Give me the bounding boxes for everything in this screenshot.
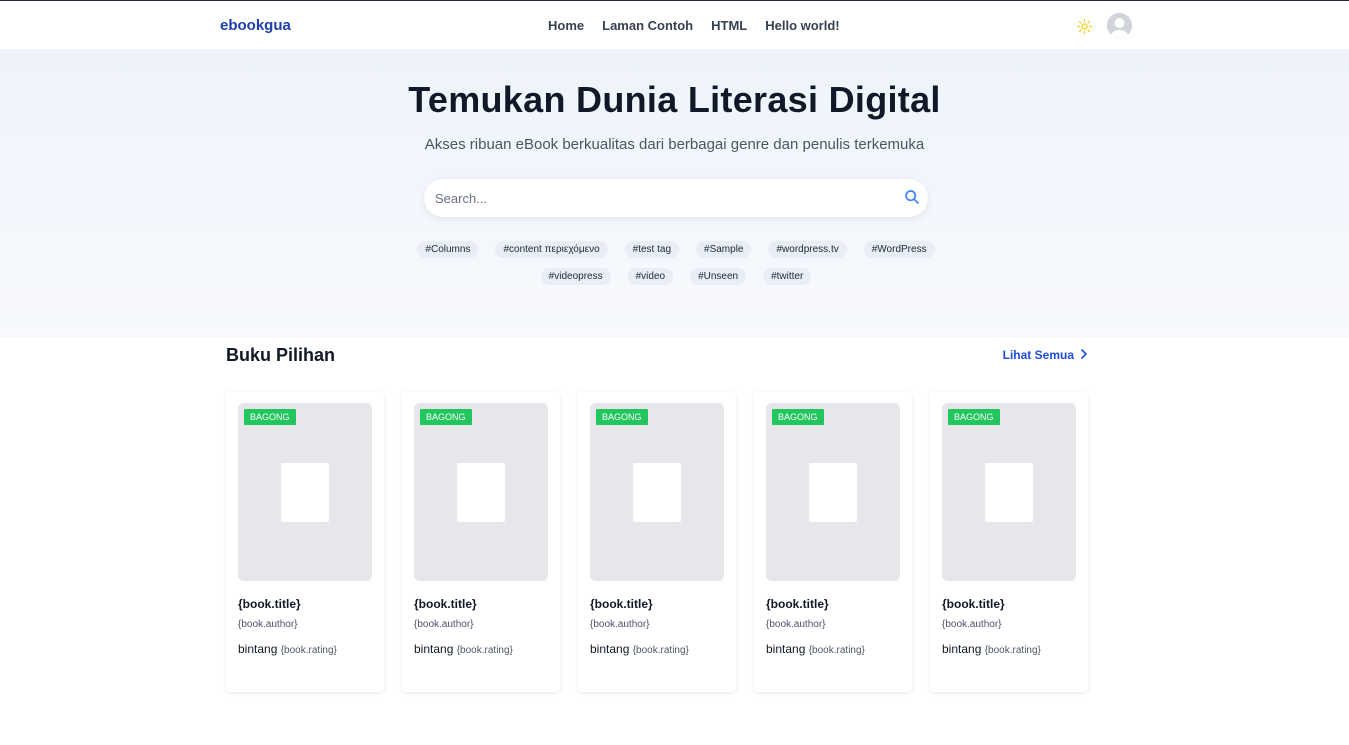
tag-videopress[interactable]: #videopress xyxy=(540,268,611,285)
status-badge: BAGONG xyxy=(596,409,648,425)
book-author: {book.author} xyxy=(942,619,1002,630)
book-rating: bintang {book.rating} xyxy=(238,642,337,656)
book-card[interactable]: BAGONG {book.title} {book.author} bintan… xyxy=(754,392,912,692)
nav-item-home[interactable]: Home xyxy=(548,18,584,33)
sun-icon[interactable] xyxy=(1077,19,1092,34)
nav-item-hello-world[interactable]: Hello world! xyxy=(765,18,839,33)
search-input[interactable] xyxy=(435,188,875,208)
book-title: {book.title} xyxy=(766,597,829,611)
rating-label: bintang xyxy=(238,642,278,656)
see-all-label: Lihat Semua xyxy=(1002,348,1074,362)
hero-title: Temukan Dunia Literasi Digital xyxy=(408,79,941,120)
book-card[interactable]: BAGONG {book.title} {book.author} bintan… xyxy=(226,392,384,692)
book-rating: bintang {book.rating} xyxy=(414,642,513,656)
book-cover: BAGONG xyxy=(590,403,724,581)
book-rating: bintang {book.rating} xyxy=(766,642,865,656)
book-placeholder-icon xyxy=(281,463,329,522)
user-avatar-icon[interactable] xyxy=(1107,13,1132,38)
rating-value: {book.rating} xyxy=(280,645,337,656)
rating-label: bintang xyxy=(414,642,454,656)
book-placeholder-icon xyxy=(809,463,857,522)
hero-section: Temukan Dunia Literasi Digital Akses rib… xyxy=(0,49,1349,337)
book-rating: bintang {book.rating} xyxy=(942,642,1041,656)
book-author: {book.author} xyxy=(414,619,474,630)
tag-video[interactable]: #video xyxy=(627,268,674,285)
tag-columns[interactable]: #Columns xyxy=(417,241,479,258)
book-author: {book.author} xyxy=(238,619,298,630)
book-cover: BAGONG xyxy=(942,403,1076,581)
status-badge: BAGONG xyxy=(244,409,296,425)
rating-value: {book.rating} xyxy=(632,645,689,656)
hero-subtitle: Akses ribuan eBook berkualitas dari berb… xyxy=(424,136,925,153)
tag-list: #Columns #content περιεχόμενο #test tag … xyxy=(400,241,952,285)
book-card[interactable]: BAGONG {book.title} {book.author} bintan… xyxy=(402,392,560,692)
see-all-link[interactable]: Lihat Semua xyxy=(1003,348,1088,362)
rating-value: {book.rating} xyxy=(984,645,1041,656)
tag-sample[interactable]: #Sample xyxy=(696,241,752,258)
rating-value: {book.rating} xyxy=(456,645,513,656)
nav-item-laman-contoh[interactable]: Laman Contoh xyxy=(602,18,693,33)
book-cover: BAGONG xyxy=(766,403,900,581)
status-badge: BAGONG xyxy=(948,409,1000,425)
tag-unseen[interactable]: #Unseen xyxy=(690,268,747,285)
book-placeholder-icon xyxy=(985,463,1033,522)
book-cover: BAGONG xyxy=(238,403,372,581)
tag-twitter[interactable]: #twitter xyxy=(763,268,812,285)
site-header: ebookgua Home Laman Contoh HTML Hello wo… xyxy=(0,1,1349,49)
book-card[interactable]: BAGONG {book.title} {book.author} bintan… xyxy=(930,392,1088,692)
book-title: {book.title} xyxy=(238,597,301,611)
book-placeholder-icon xyxy=(633,463,681,522)
book-title: {book.title} xyxy=(414,597,477,611)
section-title: Buku Pilihan xyxy=(226,345,336,365)
status-badge: BAGONG xyxy=(772,409,824,425)
main-nav: Home Laman Contoh HTML Hello world! xyxy=(548,18,840,33)
book-cover: BAGONG xyxy=(414,403,548,581)
tag-content[interactable]: #content περιεχόμενο xyxy=(495,241,608,258)
book-title: {book.title} xyxy=(942,597,1005,611)
chevron-right-icon xyxy=(1080,348,1088,362)
status-badge: BAGONG xyxy=(420,409,472,425)
book-author: {book.author} xyxy=(590,619,650,630)
tag-wordpress-tv[interactable]: #wordpress.tv xyxy=(768,241,847,258)
rating-value: {book.rating} xyxy=(808,645,865,656)
book-author: {book.author} xyxy=(766,619,826,630)
search-icon[interactable] xyxy=(904,189,920,205)
book-rating: bintang {book.rating} xyxy=(590,642,689,656)
book-card[interactable]: BAGONG {book.title} {book.author} bintan… xyxy=(578,392,736,692)
rating-label: bintang xyxy=(942,642,982,656)
book-list: BAGONG {book.title} {book.author} bintan… xyxy=(226,392,1088,692)
featured-header: Buku Pilihan Lihat Semua xyxy=(226,345,1088,366)
book-title: {book.title} xyxy=(590,597,653,611)
nav-item-html[interactable]: HTML xyxy=(711,18,747,33)
tag-test-tag[interactable]: #test tag xyxy=(624,241,680,258)
rating-label: bintang xyxy=(590,642,630,656)
book-placeholder-icon xyxy=(457,463,505,522)
tag-wordpress[interactable]: #WordPress xyxy=(863,241,935,258)
site-logo[interactable]: ebookgua xyxy=(220,17,291,34)
search-bar xyxy=(424,179,928,217)
rating-label: bintang xyxy=(766,642,806,656)
